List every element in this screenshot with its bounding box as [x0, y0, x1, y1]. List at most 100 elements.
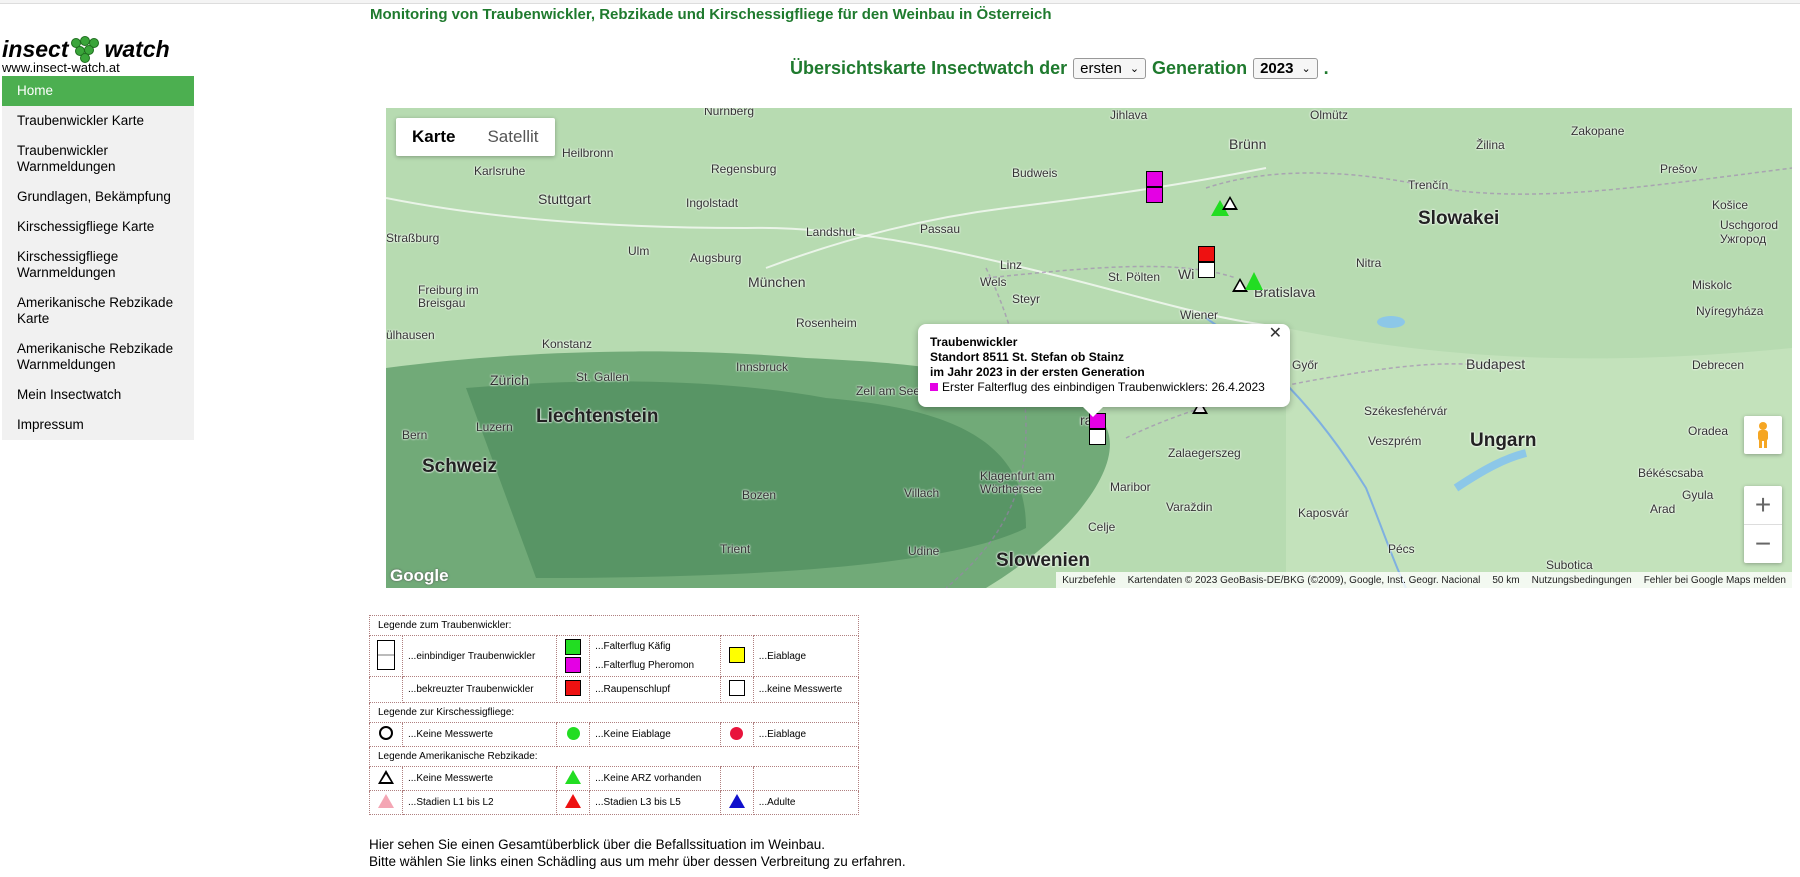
pegman-icon [1758, 422, 1768, 448]
map-type-control: Karte Satellit [396, 118, 555, 156]
map-marker-pheromon[interactable] [1146, 171, 1163, 187]
map-label-city: Passau [920, 222, 961, 236]
map-data-credit: Kartendaten © 2023 GeoBasis-DE/BKG (©200… [1127, 574, 1481, 586]
map-label-country: Slowenien [996, 550, 1090, 571]
intro-line-2: Bitte wählen Sie links einen Schädling a… [369, 854, 906, 869]
map-label-city: Székesfehérvár [1364, 404, 1448, 418]
legend-header-traubenwickler: Legende zum Traubenwickler: [369, 615, 859, 636]
map-label-city: Nürnberg [704, 108, 755, 118]
legend-symbol-raupenschlupf [556, 676, 591, 703]
map-label-city: Trenčín [1408, 178, 1449, 192]
logo-wordmark: insect watch [2, 36, 170, 63]
street-view-pegman-button[interactable] [1744, 416, 1782, 454]
map-label-city: Budapest [1466, 356, 1526, 372]
sidebar-item-traubenwickler-warnmeldungen[interactable]: Traubenwickler Warnmeldungen [2, 136, 194, 182]
map-label-city: Trient [720, 542, 751, 556]
legend-symbol-kef-keine-messwerte [369, 722, 403, 747]
map-label-city: Freiburg im Breisgau [418, 283, 479, 310]
sidebar-item-rebzikade-karte[interactable]: Amerikanische Rebzikade Karte [2, 288, 194, 334]
legend-symbol-kef-keine-eiablage [556, 722, 591, 747]
map-label-city: Ingolstadt [686, 196, 739, 210]
map-label-city: Nitra [1356, 256, 1382, 270]
map-label-city: Olmütz [1310, 108, 1349, 122]
keyboard-shortcuts-link[interactable]: Kurzbefehle [1062, 575, 1115, 586]
map-label-city: Straßburg [386, 231, 440, 245]
sidebar-item-home[interactable]: Home [2, 76, 194, 106]
map-canvas[interactable]: Karte Satellit Slowakei Ungarn Schweiz L… [386, 108, 1792, 588]
map-label-city: Arad [1650, 502, 1676, 516]
map-label-city: Košice [1712, 198, 1749, 212]
site-logo[interactable]: insect watch www.insect-watch.at [2, 36, 192, 76]
sidebar-item-rebzikade-warnmeldungen[interactable]: Amerikanische Rebzikade Warnmeldungen [2, 334, 194, 380]
sidebar-item-mein-insectwatch[interactable]: Mein Insectwatch [2, 380, 194, 410]
generation-select[interactable]: ersten ⌄ [1073, 58, 1147, 79]
legend-label-raupenschlupf: ...Raupenschlupf [589, 676, 721, 703]
sidebar-item-kirschessigfliege-karte[interactable]: Kirschessigfliege Karte [2, 212, 194, 242]
map-label-city: Augsburg [690, 251, 742, 265]
map-label-city: Wels [980, 275, 1007, 289]
generation-selector-bar: Übersichtskarte Insectwatch der ersten ⌄… [790, 58, 1329, 79]
map-label-city: Veszprém [1368, 434, 1422, 448]
scale-bar[interactable]: 50 km [1492, 575, 1519, 586]
popup-year: im Jahr 2023 in der ersten Generation [930, 365, 1145, 379]
legend-label-keine-messwerte: ...keine Messwerte [752, 676, 860, 703]
map-label-city: St. Gallen [576, 370, 629, 384]
sidebar-item-impressum[interactable]: Impressum [2, 410, 194, 440]
legend-symbol-arz-adulte [719, 790, 754, 815]
map-label-city: Rosenheim [796, 316, 857, 330]
map-marker-keine-messwerte[interactable] [1198, 262, 1215, 278]
map-label-city: Luzern [476, 420, 513, 434]
report-error-link[interactable]: Fehler bei Google Maps melden [1644, 575, 1786, 586]
sidebar-item-grundlagen[interactable]: Grundlagen, Bekämpfung [2, 182, 194, 212]
map-label-city: Celje [1088, 520, 1116, 534]
zoom-out-button[interactable]: − [1744, 525, 1782, 563]
sidebar-item-kirschessigfliege-warnmeldungen[interactable]: Kirschessigfliege Warnmeldungen [2, 242, 194, 288]
map-label-city: Bratislava [1254, 284, 1316, 300]
map-label-country: Liechtenstein [536, 406, 659, 427]
map-label-country: Schweiz [422, 456, 497, 477]
map-label-city: Debrecen [1692, 358, 1745, 372]
map-label-city: Békéscsaba [1638, 466, 1704, 480]
legend-label-kef-eiablage: ...Eiablage [752, 722, 860, 747]
legend-header-rebzikade: Legende Amerikanische Rebzikade: [369, 746, 859, 767]
top-border [0, 0, 1800, 4]
map-marker-pheromon[interactable] [1146, 187, 1163, 203]
terms-link[interactable]: Nutzungsbedingungen [1532, 575, 1632, 586]
year-select[interactable]: 2023 ⌄ [1253, 58, 1318, 79]
map-attribution: Kurzbefehle Kartendaten © 2023 GeoBasis-… [1056, 572, 1792, 588]
map-label-city: Steyr [1012, 292, 1041, 306]
map-marker-keine-messwerte[interactable] [1089, 429, 1106, 445]
map-info-popup: ✕ Traubenwickler Standort 8511 St. Stefa… [918, 324, 1290, 417]
legend-label-falterflug: ...Falterflug Käfig ...Falterflug Pheromo… [589, 635, 721, 677]
legend-label-bekreuzt: ...bekreuzter Traubenwickler [401, 676, 558, 703]
zoom-in-button[interactable]: + [1744, 486, 1782, 524]
map-label-city: Villach [904, 486, 940, 500]
map-marker-keine-arz[interactable] [1245, 272, 1263, 290]
map-label-city: Zalaegerszeg [1168, 446, 1241, 460]
map-label-city: Wiener [1180, 308, 1219, 322]
map-marker-raupenschlupf[interactable] [1198, 246, 1215, 262]
sidebar-item-traubenwickler-karte[interactable]: Traubenwickler Karte [2, 106, 194, 136]
map-label-city: ülhausen [386, 328, 435, 342]
map-label-city: Varaždin [1166, 500, 1213, 514]
close-icon[interactable]: ✕ [1269, 326, 1282, 342]
map-label-city: Győr [1292, 358, 1319, 372]
map-type-map-button[interactable]: Karte [396, 118, 471, 156]
map-label-country: Ungarn [1470, 430, 1537, 451]
map-label-city: St. Pölten [1108, 270, 1161, 284]
map-label-city: Innsbruck [736, 360, 789, 374]
map-label-city: Prešov [1660, 162, 1698, 176]
intro-text: Hier sehen Sie einen Gesamtüberblick übe… [369, 836, 906, 870]
legend-symbol-eiablage [719, 635, 754, 677]
legend-label-arz-keine-arz: ...Keine ARZ vorhanden [589, 766, 721, 791]
legend-header-kirschessigfliege: Legende zur Kirschessigfliege: [369, 702, 859, 723]
map-label-city: Karlsruhe [474, 164, 526, 178]
legend-label-kef-keine-eiablage: ...Keine Eiablage [589, 722, 721, 747]
map-type-satellite-button[interactable]: Satellit [471, 118, 554, 156]
google-logo: Google [390, 566, 449, 585]
map-label-city: Wi [1178, 266, 1195, 282]
map-label-city: Brünn [1229, 136, 1267, 152]
sidebar-nav: Home Traubenwickler Karte Traubenwickler… [2, 76, 194, 440]
map-label-city: Stuttgart [538, 191, 591, 207]
legend-empty-cell [719, 766, 754, 791]
